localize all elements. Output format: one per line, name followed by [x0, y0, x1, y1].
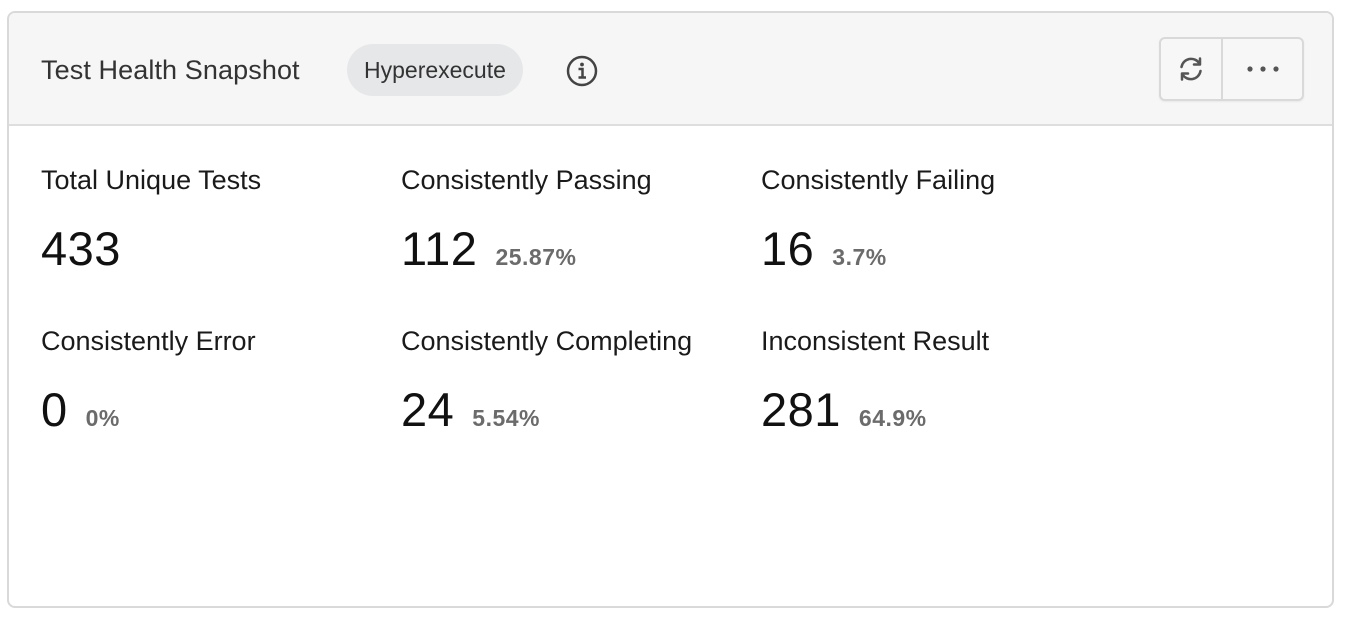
- test-health-snapshot-card: Test Health Snapshot Hyperexecute Total …: [7, 11, 1334, 608]
- refresh-button[interactable]: [1161, 39, 1223, 99]
- more-horizontal-icon: [1246, 66, 1279, 72]
- metric-percent: 64.9%: [858, 405, 927, 431]
- metric-value: 24: [401, 383, 455, 436]
- metric-label: Consistently Passing: [401, 165, 652, 195]
- metric-value: 433: [41, 222, 121, 275]
- info-icon[interactable]: [566, 55, 598, 87]
- metric-label: Total Unique Tests: [41, 165, 262, 195]
- metric-label: Consistently Failing: [761, 165, 996, 195]
- metric-percent: 5.54%: [472, 405, 540, 431]
- card-actions: [1159, 37, 1304, 101]
- metric-value: 16: [761, 222, 815, 275]
- metric-percent: 3.7%: [832, 244, 887, 270]
- metric-value: 0: [41, 383, 68, 436]
- refresh-icon: [1180, 57, 1202, 81]
- more-options-button[interactable]: [1223, 39, 1302, 99]
- metric-label: Consistently Completing: [401, 326, 693, 356]
- metric-value: 281: [761, 383, 841, 436]
- source-badge: Hyperexecute: [347, 44, 523, 96]
- card-header: Test Health Snapshot Hyperexecute: [9, 13, 1332, 126]
- metric-value: 112: [401, 222, 478, 275]
- card-title: Test Health Snapshot: [41, 55, 300, 85]
- metric-label: Inconsistent Result: [761, 326, 990, 356]
- metric-percent: 25.87%: [495, 244, 577, 270]
- metric-percent: 0%: [85, 405, 120, 431]
- metric-label: Consistently Error: [41, 326, 256, 356]
